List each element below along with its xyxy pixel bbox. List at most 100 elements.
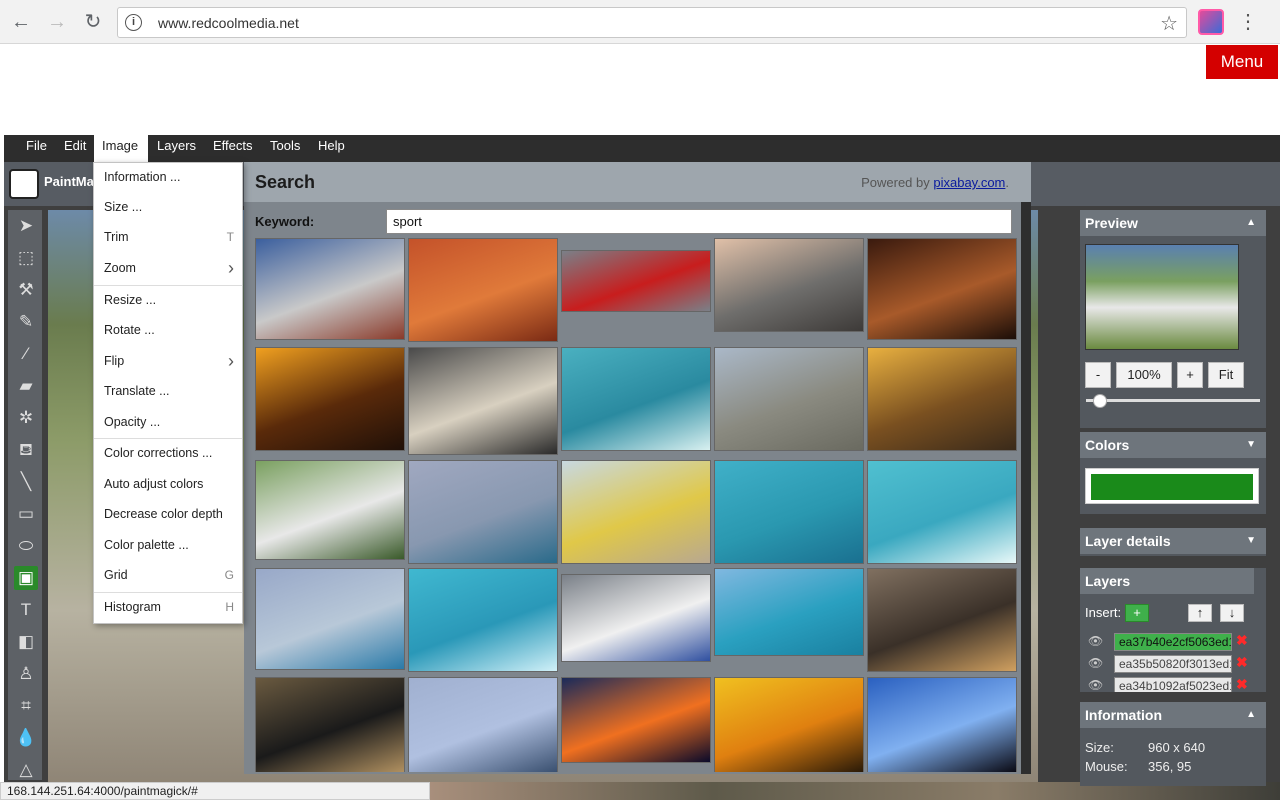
thumbnail-kitesurfer-1[interactable]	[561, 347, 711, 451]
zoom-out-button[interactable]: -	[1085, 362, 1111, 388]
zoom-in-button[interactable]: +	[1177, 362, 1203, 388]
menu-item-translate[interactable]: Translate ...	[94, 377, 242, 407]
pencil-icon[interactable]: ✎	[14, 310, 38, 334]
preview-thumbnail[interactable]	[1085, 244, 1239, 350]
blur-drop-icon[interactable]: 💧	[14, 726, 38, 750]
menu-effects[interactable]: Effects	[205, 135, 261, 162]
collapse-icon[interactable]: ▼	[1246, 432, 1256, 458]
collapse-icon[interactable]: ▲	[1246, 210, 1256, 236]
delete-layer-icon[interactable]: ✖	[1236, 654, 1248, 671]
menu-item-opacity[interactable]: Opacity ...	[94, 408, 242, 438]
layer-up-button[interactable]: ↑	[1188, 604, 1212, 622]
more-menu-icon[interactable]: ⋮	[1238, 9, 1258, 34]
eye-icon[interactable]: 👁	[1088, 656, 1104, 670]
layer-row[interactable]: ea35b50820f3013ed1	[1114, 655, 1232, 673]
menu-edit[interactable]: Edit	[56, 135, 94, 162]
menu-item-size[interactable]: Size ...	[94, 193, 242, 223]
magic-wand-icon[interactable]: ⚒	[14, 278, 38, 302]
rectangle-icon[interactable]: ▭	[14, 502, 38, 526]
image-tool-icon[interactable]: ▣	[14, 566, 38, 590]
menu-image[interactable]: Image	[94, 135, 148, 162]
delete-layer-icon[interactable]: ✖	[1236, 632, 1248, 649]
layer-down-button[interactable]: ↓	[1220, 604, 1244, 622]
gradient-icon[interactable]: ◧	[14, 630, 38, 654]
forward-icon[interactable]: →	[44, 9, 70, 35]
zoom-level[interactable]: 100%	[1116, 362, 1172, 388]
menu-item-zoom[interactable]: Zoom ›	[94, 254, 242, 284]
delete-layer-icon[interactable]: ✖	[1236, 676, 1248, 692]
select-tool-icon[interactable]: ➤	[14, 214, 38, 238]
menu-item-grid[interactable]: Grid G	[94, 561, 242, 591]
thumbnail-kitesurfer-air[interactable]	[408, 677, 558, 772]
thumbnail-windsurfer-2[interactable]	[408, 568, 558, 672]
eyedropper-icon[interactable]: ⁄	[14, 342, 38, 366]
collapse-icon[interactable]: ▲	[1246, 702, 1256, 728]
extension-icon[interactable]	[1198, 9, 1224, 35]
eye-icon[interactable]: 👁	[1088, 678, 1104, 692]
thumbnail-runner-road[interactable]	[867, 568, 1017, 672]
eye-icon[interactable]: 👁	[1088, 634, 1104, 648]
layer-row[interactable]: ea37b40e2cf5063ed1	[1114, 633, 1232, 651]
thumbnail-windsurfer-1[interactable]	[714, 460, 864, 564]
menu-item-auto-adjust[interactable]: Auto adjust colors	[94, 470, 242, 500]
menu-layers[interactable]: Layers	[149, 135, 204, 162]
color-swatch-frame[interactable]	[1085, 468, 1259, 504]
zoom-slider-handle[interactable]	[1093, 394, 1107, 408]
thumbnail-car-interior[interactable]	[255, 677, 405, 772]
menu-item-decrease-depth[interactable]: Decrease color depth	[94, 500, 242, 530]
menu-item-color-palette[interactable]: Color palette ...	[94, 531, 242, 561]
thumbnail-quad-bike-fire[interactable]	[255, 347, 405, 451]
colors-header[interactable]: Colors ▼	[1080, 432, 1266, 458]
info-icon[interactable]: i	[125, 14, 142, 31]
thumbnail-basketball-hoop[interactable]	[255, 238, 405, 340]
active-color-swatch[interactable]	[1091, 474, 1253, 500]
eraser-icon[interactable]: ▰	[14, 374, 38, 398]
thumbnail-surfboard-beach[interactable]	[561, 460, 711, 564]
menu-help[interactable]: Help	[310, 135, 353, 162]
thumbnail-kiteboarder[interactable]	[867, 460, 1017, 564]
back-icon[interactable]: ←	[8, 9, 34, 35]
thumbnail-rally-car[interactable]	[561, 574, 711, 662]
collapse-icon[interactable]: ▼	[1246, 528, 1256, 554]
triangle-icon[interactable]: △	[14, 758, 38, 782]
stamp-icon[interactable]: ♙	[14, 662, 38, 686]
menu-item-color-corrections[interactable]: Color corrections ...	[94, 439, 242, 469]
menu-file[interactable]: File	[18, 135, 55, 162]
fill-bucket-icon[interactable]: ⛾	[14, 438, 38, 462]
sparkle-icon[interactable]: ✲	[14, 406, 38, 430]
site-menu-button[interactable]: Menu	[1206, 45, 1278, 79]
bookmark-star-icon[interactable]: ☆	[1160, 11, 1178, 36]
line-icon[interactable]: ╲	[14, 470, 38, 494]
thumbnail-road-swimmer[interactable]	[714, 238, 864, 332]
thumbnail-paragliders-sunset[interactable]	[714, 677, 864, 772]
menu-item-information[interactable]: Information ...	[94, 163, 242, 193]
menu-item-trim[interactable]: Trim T	[94, 223, 242, 253]
thumbnail-horse-jumping[interactable]	[255, 460, 405, 560]
insert-layer-button[interactable]: +	[1125, 604, 1149, 622]
thumbnail-kitesurfer-sky[interactable]	[408, 460, 558, 564]
menu-item-resize[interactable]: Resize ...	[94, 286, 242, 316]
reload-icon[interactable]: ↻	[80, 9, 106, 35]
thumbnail-kitesurfer-far[interactable]	[255, 568, 405, 670]
marquee-tool-icon[interactable]: ⬚	[14, 246, 38, 270]
thumbnail-running-legs-sunset[interactable]	[867, 347, 1017, 451]
information-header[interactable]: Information ▲	[1080, 702, 1266, 728]
thumbnail-red-vintage-car[interactable]	[561, 250, 711, 312]
pixabay-link[interactable]: pixabay.com	[933, 175, 1005, 190]
thumbnail-rock-silhouettes[interactable]	[867, 677, 1017, 772]
fit-button[interactable]: Fit	[1208, 362, 1244, 388]
address-bar[interactable]: i www.redcoolmedia.net ☆	[117, 7, 1187, 38]
thumbnail-yoga-handstand-water[interactable]	[408, 238, 558, 342]
keyword-input[interactable]	[386, 209, 1012, 234]
zoom-slider-track[interactable]	[1086, 399, 1260, 402]
preview-header[interactable]: Preview ▲	[1080, 210, 1266, 236]
menu-item-flip[interactable]: Flip ›	[94, 347, 242, 377]
menu-item-rotate[interactable]: Rotate ...	[94, 316, 242, 346]
thumbnail-boxer-woman[interactable]	[867, 238, 1017, 340]
thumbnail-football-fire[interactable]	[561, 677, 711, 763]
thumbnail-sled-dogs[interactable]	[408, 347, 558, 455]
ellipse-icon[interactable]: ⬭	[14, 534, 38, 558]
thumbnail-windsurfers-group[interactable]	[714, 568, 864, 656]
layer-row[interactable]: ea34b1092af5023ed1	[1114, 677, 1232, 692]
text-tool-icon[interactable]: T	[14, 598, 38, 622]
